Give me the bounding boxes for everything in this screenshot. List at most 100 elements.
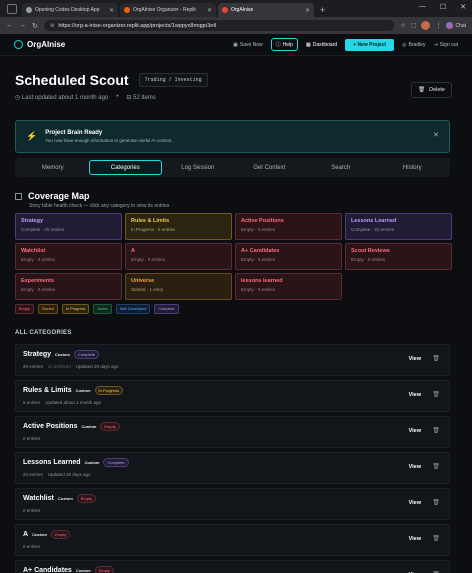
extensions-icon[interactable]: ⬚ [411,22,417,29]
close-icon[interactable]: ✕ [207,7,212,14]
coverage-cell[interactable]: Lessons Learned Complete · 22 entries [345,213,452,240]
coverage-cell[interactable]: A+ Candidates Empty · 0 entries [235,243,342,270]
window-controls: — ☐ ✕ [419,3,466,11]
new-project-button[interactable]: + New Project [345,38,395,51]
project-meta: ◷ Last updated about 1 month ago • ⊟ 52 … [15,94,457,101]
category-row-top: Active Positions Custom Empty [23,422,442,431]
url-field[interactable]: ⚙ https://org-a-inise-organizer.replit.a… [43,20,395,31]
coverage-cell-status: Complete · 22 entries [351,227,395,232]
site-info-icon[interactable]: ⚙ [50,23,54,29]
tab-search[interactable]: Search [305,160,377,175]
coverage-cell[interactable]: Active Positions Empty · 0 entries [235,213,342,240]
tab-get-context[interactable]: Get Context [234,160,306,175]
coverage-cell[interactable]: Experiments Empty · 0 entries [15,273,122,300]
coverage-cell[interactable]: Rules & Limits In Progress · 5 entries [125,213,232,240]
delete-button[interactable]: 🗑 Delete [411,82,452,98]
coverage-grid: Strategy Complete · 20 entries Rules & Lim… [15,213,457,300]
title-row: Scheduled Scout Trading / Investing [15,72,457,88]
view-button[interactable]: View [409,356,421,362]
trash-icon[interactable]: 🗑 [432,427,440,434]
back-icon[interactable]: ← [6,22,13,29]
bookmark-star-icon[interactable]: ☆ [400,22,405,29]
category-row[interactable]: A+ CandidatesCustomEmpty0 entriesView🗑 [15,560,450,573]
coverage-cell-status: Empty · 0 entries [241,287,276,292]
view-button[interactable]: View [409,500,421,506]
brand-name: OrgAInise [27,40,66,49]
logo-icon [14,40,23,49]
category-row[interactable]: Lessons Learned Custom Complete 22 entries U… [15,452,450,484]
view-button[interactable]: View [409,464,421,470]
category-row[interactable]: Watchlist Custom Empty 0 entries View 🗑 [15,488,450,520]
tab-categories[interactable]: Categories [88,160,162,175]
legend-started: Started [37,304,59,314]
tab-title: OrgAInise [231,7,254,13]
coverage-cell[interactable]: Strategy Complete · 20 entries [15,213,122,240]
coverage-subtitle: Story bible health check — click any cat… [29,203,170,209]
tab-memory[interactable]: Memory [17,160,89,175]
chat-button[interactable]: Chat [446,22,466,29]
view-button[interactable]: View [409,536,421,542]
coverage-cell-name: Experiments [21,278,55,284]
trash-icon[interactable]: 🗑 [432,355,440,362]
trash-icon[interactable]: 🗑 [432,463,440,470]
coverage-cell-name: Watchlist [21,248,46,254]
new-tab-icon[interactable]: + [320,5,325,15]
help-button[interactable]: ⓘ Help [270,38,298,51]
category-row[interactable]: Active Positions Custom Empty 0 entries View… [15,416,450,448]
updated-text: Updated 29 days ago [75,364,119,369]
trash-icon[interactable]: 🗑 [432,499,440,506]
tab-favicon-icon [26,7,32,13]
coverage-map: Coverage Map Story bible health check — … [0,191,472,314]
items-info: ⊟ 52 items [126,94,155,101]
browser-tab[interactable]: OrgAInise Organizer - Replit ✕ [120,3,216,17]
category-row-meta: 5 entries Updated about 1 month ago [23,400,442,405]
close-icon[interactable]: ✕ [433,131,439,139]
browser-tab[interactable]: Opening Codes Desktop App ✕ [22,3,118,17]
category-row[interactable]: A Custom Empty 0 entries View 🗑 [15,524,450,556]
category-name: Lessons Learned [23,459,81,466]
dashboard-button[interactable]: ▦ Dashboard [306,42,337,48]
category-row[interactable]: Rules & Limits Custom In Progress 5 entries… [15,380,450,412]
window-menu-icon[interactable] [7,4,17,14]
dashboard-label: Dashboard [312,41,338,48]
custom-tag: Custom [55,352,70,357]
menu-dots-icon[interactable]: ⋮ [435,22,441,29]
coverage-title: Coverage Map [15,191,457,201]
coverage-cell[interactable]: A Empty · 0 entries [125,243,232,270]
brain-subtitle: You now have enough information to gener… [45,138,173,143]
view-button[interactable]: View [409,428,421,434]
category-row-meta: 0 entries [23,544,442,549]
minimize-icon[interactable]: — [419,3,426,11]
coverage-cell-name: lessons learned [241,278,283,284]
user-icon: ◎ [402,41,407,48]
coverage-cell[interactable]: lessons learned Empty · 0 entries [235,273,342,300]
view-button[interactable]: View [409,392,421,398]
maximize-icon[interactable]: ☐ [440,3,446,11]
coverage-cell-status: Empty · 0 entries [21,257,56,262]
profile-avatar[interactable] [421,21,431,30]
category-row-meta: 20 entries 11 archived Updated 29 days ago [23,364,442,369]
category-row[interactable]: Strategy Custom Complete 20 entries 11 archi… [15,344,450,376]
tab-history[interactable]: History [377,160,449,175]
coverage-cell-name: Scout Reviews [351,248,390,254]
header-actions: ▣ Save Now ⓘ Help ▦ Dashboard + New Project… [233,38,458,51]
close-window-icon[interactable]: ✕ [460,3,466,11]
user-menu[interactable]: ◎ Bradley [402,42,425,48]
project-tag: Trading / Investing [138,73,208,87]
signout-button[interactable]: ⇥ Sign out [433,42,458,48]
brand[interactable]: OrgAInise [14,40,65,49]
trash-icon[interactable]: 🗑 [432,391,440,398]
coverage-cell[interactable]: Watchlist Empty · 0 entries [15,243,122,270]
coverage-cell[interactable]: Universe Started · 1 entry [125,273,232,300]
category-row-meta: 0 entries [23,508,442,513]
forward-icon[interactable]: → [19,22,26,29]
save-button[interactable]: ▣ Save Now [233,42,263,48]
entries-count: 0 entries [23,508,41,513]
close-icon[interactable]: ✕ [305,7,310,14]
trash-icon[interactable]: 🗑 [432,535,440,542]
tab-log-session[interactable]: Log Session [162,160,234,175]
browser-tab-active[interactable]: OrgAInise ✕ [218,3,314,17]
close-icon[interactable]: ✕ [109,7,114,14]
reload-icon[interactable]: ↻ [32,22,38,30]
coverage-cell[interactable]: Scout Reviews Empty · 0 entries [345,243,452,270]
